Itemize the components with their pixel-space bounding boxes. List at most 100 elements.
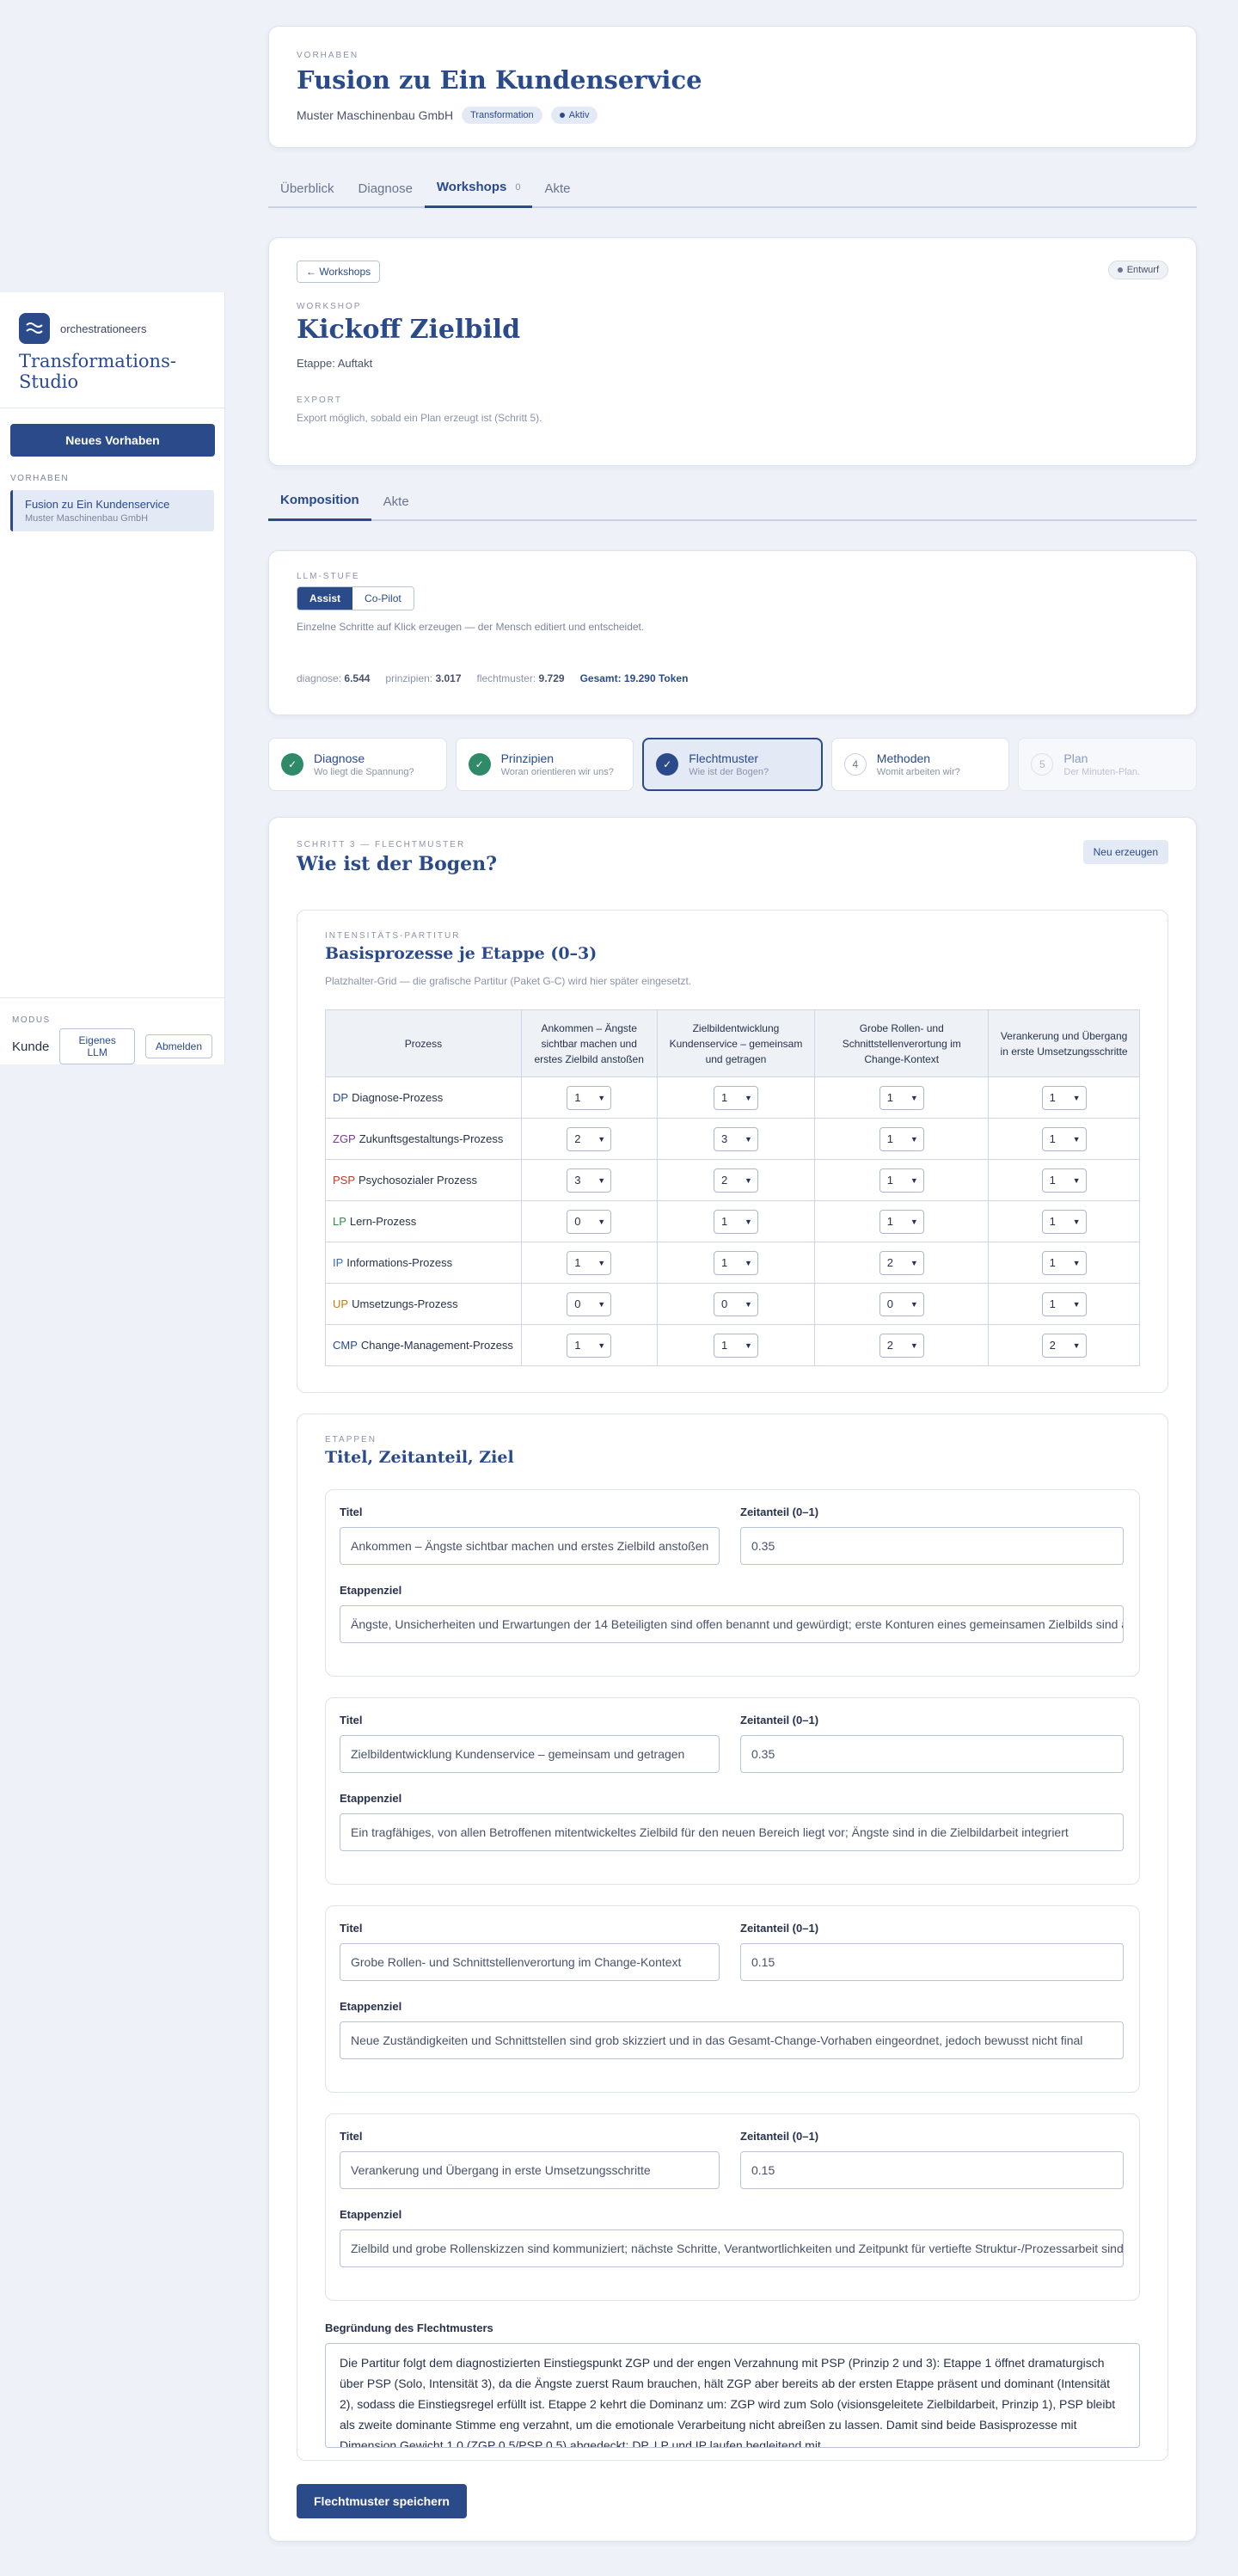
intensity-select[interactable]: 3 ▼ [713,1126,758,1151]
intensity-value: 1 [886,1215,893,1228]
save-flechtmuster-button[interactable]: Flechtmuster speichern [297,2484,467,2518]
regenerate-button[interactable]: Neu erzeugen [1082,840,1168,864]
step-number: 4 [843,753,867,776]
intensity-value: 1 [1049,1132,1056,1145]
intensity-select[interactable]: 2 ▼ [567,1126,612,1151]
stage-goal-input[interactable]: Zielbild und grobe Rollenskizzen sind ko… [340,2229,1124,2267]
intensity-select[interactable]: 1 ▼ [713,1333,758,1358]
token-diagnose: 6.544 [344,672,371,684]
back-to-workshops-button[interactable]: ← Workshops [297,261,381,283]
intensity-select[interactable]: 1 ▼ [567,1250,612,1275]
intensity-select[interactable]: 2 ▼ [879,1250,924,1275]
stage-goal-input[interactable]: Ängste, Unsicherheiten und Erwartungen d… [340,1605,1124,1643]
intensity-select[interactable]: 1 ▼ [879,1126,924,1151]
intensity-select[interactable]: 1 ▼ [713,1250,758,1275]
step-title: Diagnose [314,751,365,765]
intensity-select[interactable]: 1 ▼ [1041,1126,1087,1151]
intensity-select[interactable]: 1 ▼ [567,1085,612,1110]
chevron-down-icon: ▼ [745,1175,752,1185]
step-flechtmuster[interactable]: ✓ Flechtmuster Wie ist der Bogen? [642,738,823,791]
stage-block: Titel Ankommen – Ängste sichtbar machen u… [325,1489,1140,1677]
intensity-cell: 2 ▼ [520,1118,658,1160]
intensity-select[interactable]: 2 ▼ [713,1168,758,1193]
intensity-cell: 2 ▼ [988,1324,1140,1366]
stage-share-label: Zeitanteil (0–1) [740,1506,819,1518]
tab-diagnose[interactable]: Diagnose [346,169,425,208]
llm-eyebrow: LLM-STUFE [297,572,360,581]
intensity-select[interactable]: 1 ▼ [713,1209,758,1234]
intensity-select[interactable]: 1 ▼ [879,1085,924,1110]
logout-button[interactable]: Abmelden [144,1034,212,1058]
stage-title-input[interactable]: Grobe Rollen- und Schnittstellenverortun… [340,1943,720,1981]
step-subtitle: Wie ist der Bogen? [689,767,769,777]
new-project-button[interactable]: Neues Vorhaben [10,424,215,457]
stage-share-label: Zeitanteil (0–1) [740,1714,819,1727]
partitur-card: INTENSITÄTS-PARTITUR Basisprozesse je Et… [297,910,1168,1393]
step-prinzipien[interactable]: ✓ Prinzipien Woran orientieren wir uns? [455,738,634,791]
intensity-cell: 2 ▼ [814,1324,990,1366]
process-name: Informations-Prozess [346,1256,453,1269]
etappen-eyebrow: ETAPPEN [325,1435,377,1444]
intensity-select[interactable]: 1 ▼ [567,1333,612,1358]
intensity-select[interactable]: 1 ▼ [1041,1209,1087,1234]
intensity-select[interactable]: 3 ▼ [567,1168,612,1193]
tab-label: Workshops [436,180,507,194]
stage-share-input[interactable]: 0.35 [740,1735,1124,1773]
stage-title-input[interactable]: Zielbildentwicklung Kundenservice – geme… [340,1735,720,1773]
intensity-select[interactable]: 1 ▼ [1041,1085,1087,1110]
process-name: Psychosozialer Prozess [359,1174,478,1187]
own-llm-button[interactable]: Eigenes LLM [59,1028,135,1064]
step-title: Flechtmuster [689,751,759,765]
intensity-cell: 1 ▼ [814,1200,990,1242]
stage-goal-input[interactable]: Neue Zuständigkeiten und Schnittstellen … [340,2021,1124,2059]
stage-share-input[interactable]: 0.15 [740,2151,1124,2189]
partitur-title: Basisprozesse je Etappe (0–3) [325,944,598,963]
intensity-select[interactable]: 2 ▼ [879,1333,924,1358]
tab-akte-workshop[interactable]: Akte [371,481,421,521]
tab-workshops[interactable]: Workshops 0 [424,169,533,208]
chevron-down-icon: ▼ [745,1217,752,1226]
intensity-select[interactable]: 1 ▼ [713,1085,758,1110]
table-row: LP Lern-Prozess 0 ▼ 1 ▼ 1 ▼ 1 ▼ [325,1200,1140,1242]
intensity-select[interactable]: 1 ▼ [879,1209,924,1234]
intensity-select[interactable]: 1 ▼ [879,1168,924,1193]
intensity-select[interactable]: 0 ▼ [567,1209,612,1234]
intensity-select[interactable]: 1 ▼ [1041,1250,1087,1275]
intensity-select[interactable]: 0 ▼ [713,1291,758,1316]
rationale-textarea[interactable]: Die Partitur folgt dem diagnostizierten … [325,2343,1140,2448]
stage-goal-input[interactable]: Ein tragfähiges, von allen Betroffenen m… [340,1813,1124,1851]
step-title: Prinzipien [500,751,555,765]
intensity-select[interactable]: 0 ▼ [567,1291,612,1316]
llm-option-assist[interactable]: Assist [297,587,353,610]
intensity-select[interactable]: 0 ▼ [879,1291,924,1316]
tab-komposition[interactable]: Komposition [268,481,371,521]
step-diagnose[interactable]: ✓ Diagnose Wo liegt die Spannung? [268,738,447,791]
intensity-select[interactable]: 1 ▼ [1041,1168,1087,1193]
intensity-grid: Prozess Ankommen – Ängste sichtbar mache… [325,1009,1140,1366]
status-text: Aktiv [568,110,590,120]
sidebar-project-item[interactable]: Fusion zu Ein Kundenservice Muster Masch… [10,490,214,531]
stage-share-input[interactable]: 0.15 [740,1943,1124,1981]
etappen-title: Titel, Zeitanteil, Ziel [325,1448,514,1467]
intensity-select[interactable]: 2 ▼ [1041,1333,1087,1358]
draft-badge: Entwurf [1107,261,1168,279]
intensity-value: 2 [1049,1339,1056,1352]
stage-title-label: Titel [340,1506,363,1518]
stage-share-label: Zeitanteil (0–1) [740,1922,819,1935]
stage-title-input[interactable]: Ankommen – Ängste sichtbar machen und er… [340,1527,720,1565]
stage-goal-label: Etappenziel [340,2000,402,2013]
step-methoden[interactable]: 4 Methoden Womit arbeiten wir? [830,738,1010,791]
main-tabs: Überblick Diagnose Workshops 0 Akte [268,169,1197,208]
tab-ueberblick[interactable]: Überblick [268,169,346,208]
workshop-eyebrow: WORKSHOP [297,302,362,311]
stage-share-input[interactable]: 0.35 [740,1527,1124,1565]
table-row: CMP Change-Management-Prozess 1 ▼ 1 ▼ 2 ▼ 2 ▼ [325,1324,1140,1366]
stage-title-input[interactable]: Verankerung und Übergang in erste Umsetz… [340,2151,720,2189]
tab-akte[interactable]: Akte [532,169,582,208]
intensity-value: 1 [1049,1256,1056,1269]
header-eyebrow: VORHABEN [297,51,359,60]
intensity-cell: 1 ▼ [520,1242,658,1284]
llm-option-copilot[interactable]: Co-Pilot [352,587,414,610]
intensity-select[interactable]: 1 ▼ [1041,1291,1087,1316]
intensity-value: 0 [886,1297,893,1310]
